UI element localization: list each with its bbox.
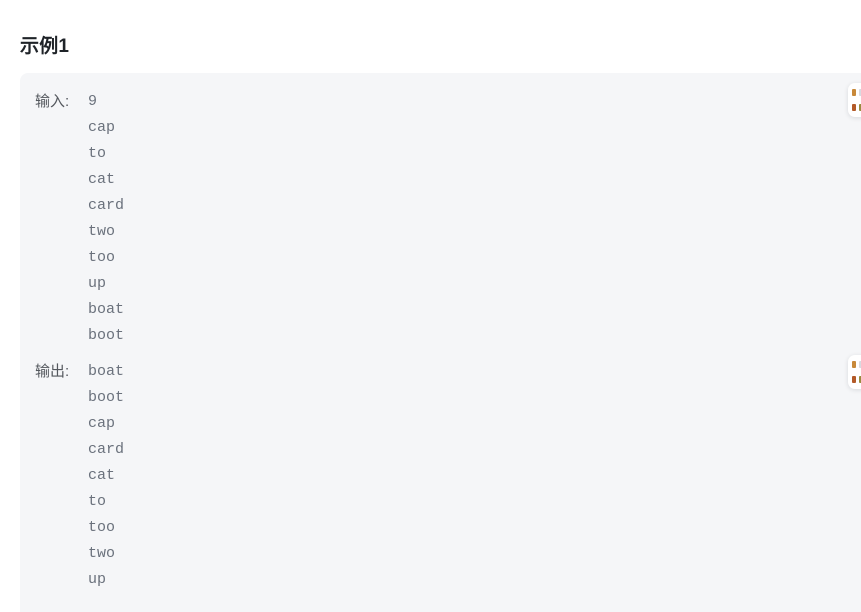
input-label: 输入:: [35, 93, 70, 110]
output-line: two: [88, 545, 116, 562]
input-group: 输入: 9 cap to cat card two too up boat bo…: [35, 89, 861, 349]
input-line: boot: [88, 327, 125, 344]
output-line: up: [88, 571, 107, 588]
input-line: card: [88, 197, 125, 214]
marker-icon: [852, 376, 856, 383]
edge-card-row: [852, 375, 861, 384]
output-values: boat boot cap card cat to too two up: [88, 359, 861, 593]
example-page: 示例1 输入: 9 cap to cat card two too up boa…: [0, 0, 861, 612]
edge-card-row: [852, 360, 861, 369]
output-line: boat: [88, 363, 125, 380]
output-line: to: [88, 493, 107, 510]
output-line: cat: [88, 467, 116, 484]
input-line: cat: [88, 171, 116, 188]
output-line: too: [88, 519, 116, 536]
output-edge-card[interactable]: [848, 355, 861, 389]
input-values: 9 cap to cat card two too up boat boot: [88, 89, 861, 349]
input-line: boat: [88, 301, 125, 318]
input-edge-card[interactable]: [848, 83, 861, 117]
marker-icon: [852, 104, 856, 111]
output-line: boot: [88, 389, 125, 406]
input-line: cap: [88, 119, 116, 136]
edge-card-row: [852, 88, 861, 97]
output-line: card: [88, 441, 125, 458]
input-line: 9: [88, 93, 98, 110]
input-line: two: [88, 223, 116, 240]
marker-icon: [852, 89, 856, 96]
edge-card-row: [852, 103, 861, 112]
input-line: too: [88, 249, 116, 266]
output-group: 输出: boat boot cap card cat to too two up: [35, 359, 861, 593]
page-title: 示例1: [20, 36, 70, 57]
input-line: up: [88, 275, 107, 292]
marker-icon: [852, 361, 856, 368]
input-line: to: [88, 145, 107, 162]
example-code-block: 输入: 9 cap to cat card two too up boat bo…: [20, 73, 861, 612]
output-label: 输出:: [35, 363, 70, 380]
output-line: cap: [88, 415, 116, 432]
